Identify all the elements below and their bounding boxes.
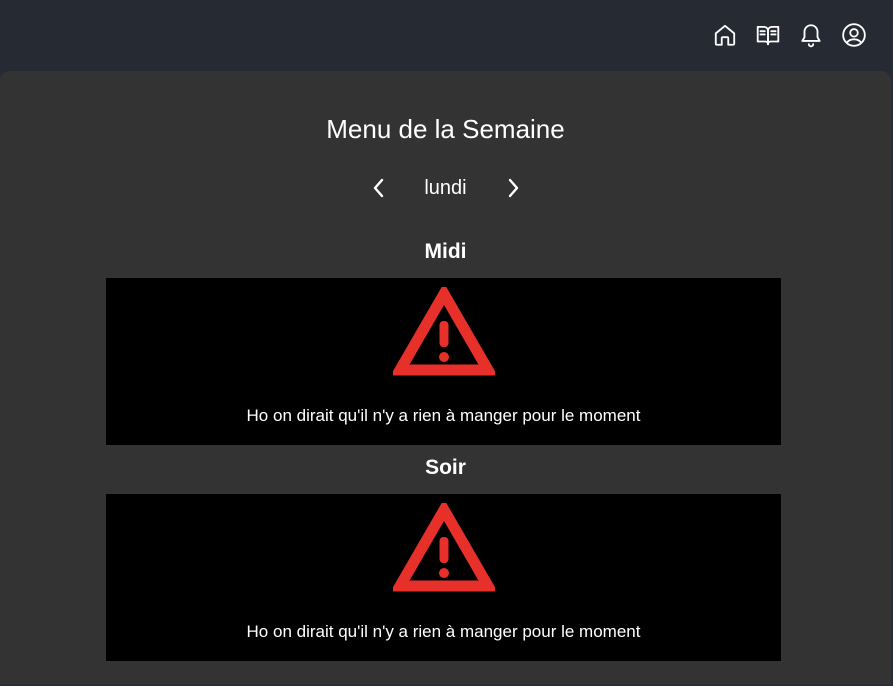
book-icon[interactable] — [755, 20, 781, 50]
chevron-left-icon — [373, 178, 383, 198]
warning-icon — [393, 503, 495, 592]
top-bar — [0, 0, 893, 70]
user-circle-icon[interactable] — [841, 20, 867, 50]
empty-meal-message: Ho on dirait qu'il n'y a rien à manger p… — [246, 622, 641, 641]
day-navigator: lundi — [0, 173, 891, 203]
weekly-menu-panel: Menu de la Semaine lundi Midi Ho on dira… — [0, 71, 891, 685]
home-icon[interactable] — [712, 20, 738, 50]
bell-icon[interactable] — [798, 20, 824, 50]
next-day-button[interactable] — [498, 173, 528, 203]
current-day-label: lundi — [424, 176, 467, 199]
empty-meal-message: Ho on dirait qu'il n'y a rien à manger p… — [246, 406, 641, 425]
chevron-right-icon — [508, 178, 518, 198]
meal-box-lunch: Ho on dirait qu'il n'y a rien à manger p… — [106, 278, 781, 445]
meal-title-dinner: Soir — [425, 456, 466, 479]
meal-title-lunch: Midi — [424, 240, 467, 263]
warning-icon — [393, 287, 495, 376]
previous-day-button[interactable] — [364, 173, 394, 203]
meal-box-dinner: Ho on dirait qu'il n'y a rien à manger p… — [106, 494, 781, 661]
page-title: Menu de la Semaine — [326, 114, 565, 144]
topbar-icons — [712, 20, 867, 50]
